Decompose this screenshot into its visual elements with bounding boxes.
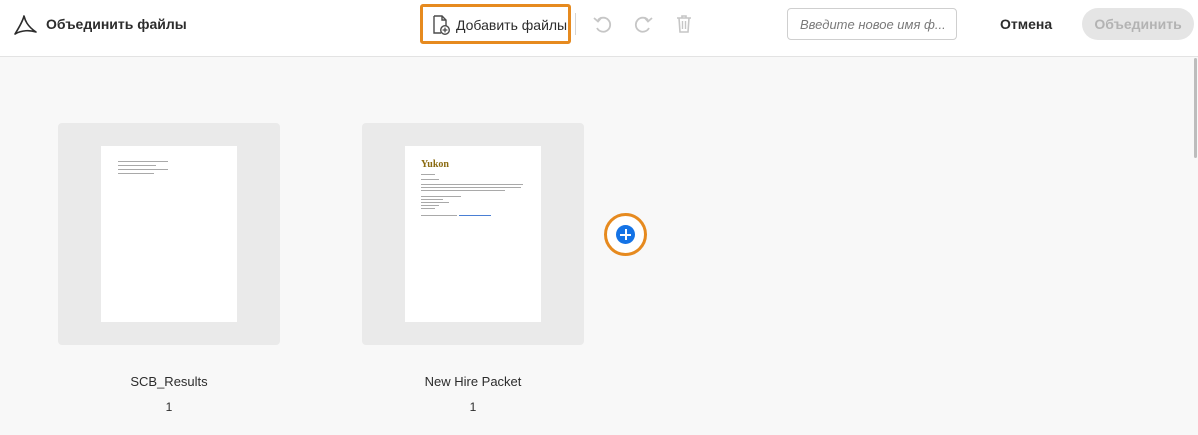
file-name: SCB_Results — [130, 374, 208, 389]
app-title: Объединить файлы — [46, 16, 187, 32]
redo-icon[interactable] — [632, 13, 654, 35]
preview-text-line — [421, 202, 449, 203]
trash-icon[interactable] — [673, 13, 695, 35]
toolbar: Объединить файлы Добавить файлы Отмена О… — [0, 0, 1198, 57]
file-thumbnail[interactable]: Yukon — [362, 123, 584, 345]
preview-text-line — [421, 187, 521, 188]
preview-text-line — [421, 205, 439, 206]
preview-text-line — [421, 199, 443, 200]
preview-text-line — [421, 190, 505, 191]
insert-file-button[interactable] — [604, 213, 647, 256]
yukon-logo: Yukon — [421, 159, 449, 170]
file-card-new-hire-packet: Yukon New Hire Packet 1 — [362, 123, 584, 414]
page-count: 1 — [165, 400, 173, 414]
plus-circle-icon — [616, 225, 635, 244]
preview-text-line — [421, 184, 523, 185]
preview-text-line — [118, 161, 168, 162]
preview-text-line — [421, 174, 435, 175]
preview-text-line — [118, 165, 156, 166]
preview-link-line — [459, 215, 491, 216]
preview-text-line — [421, 196, 461, 197]
preview-text-line — [118, 173, 154, 174]
acrobat-logo-icon — [14, 15, 37, 35]
toolbar-divider — [575, 13, 576, 35]
file-thumbnail[interactable] — [58, 123, 280, 345]
preview-text-line — [421, 179, 439, 180]
cancel-button[interactable]: Отмена — [1000, 16, 1052, 32]
add-files-label: Добавить файлы — [456, 17, 568, 33]
file-name: New Hire Packet — [424, 374, 522, 389]
file-name-input[interactable] — [787, 8, 957, 40]
add-files-button[interactable]: Добавить файлы — [420, 4, 571, 44]
preview-text-line — [421, 215, 457, 216]
page-count: 1 — [469, 400, 477, 414]
page-preview: Yukon — [405, 146, 541, 322]
undo-icon[interactable] — [592, 13, 614, 35]
preview-text-line — [118, 169, 168, 170]
file-card-scb-results: SCB_Results 1 — [58, 123, 280, 414]
add-file-icon — [433, 15, 450, 35]
preview-text-line — [421, 208, 435, 209]
scrollbar[interactable] — [1194, 58, 1197, 158]
merge-button[interactable]: Объединить — [1082, 8, 1194, 40]
page-preview — [101, 146, 237, 322]
